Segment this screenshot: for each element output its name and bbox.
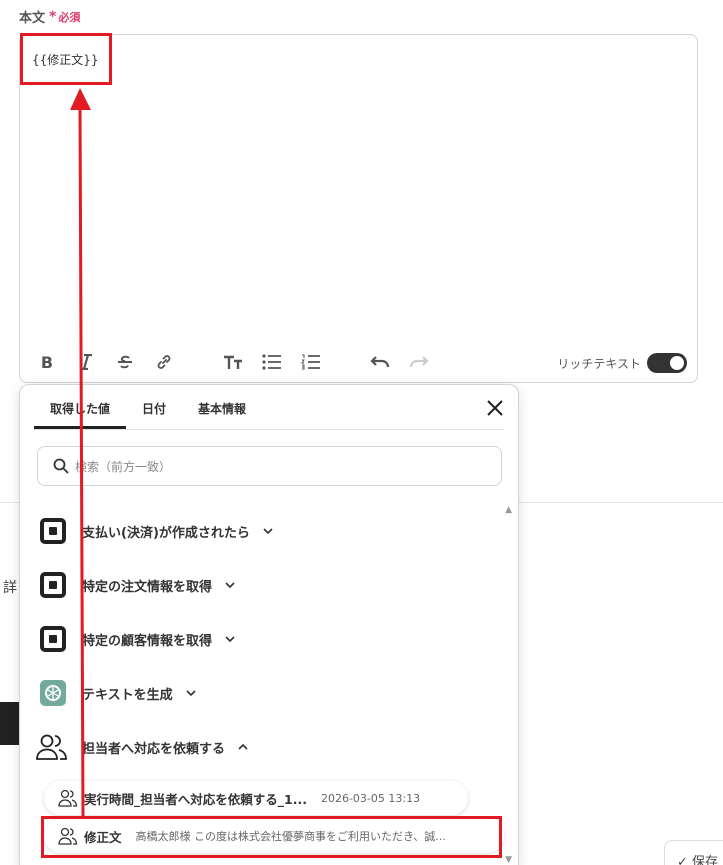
- annotation-arrow: [70, 88, 91, 817]
